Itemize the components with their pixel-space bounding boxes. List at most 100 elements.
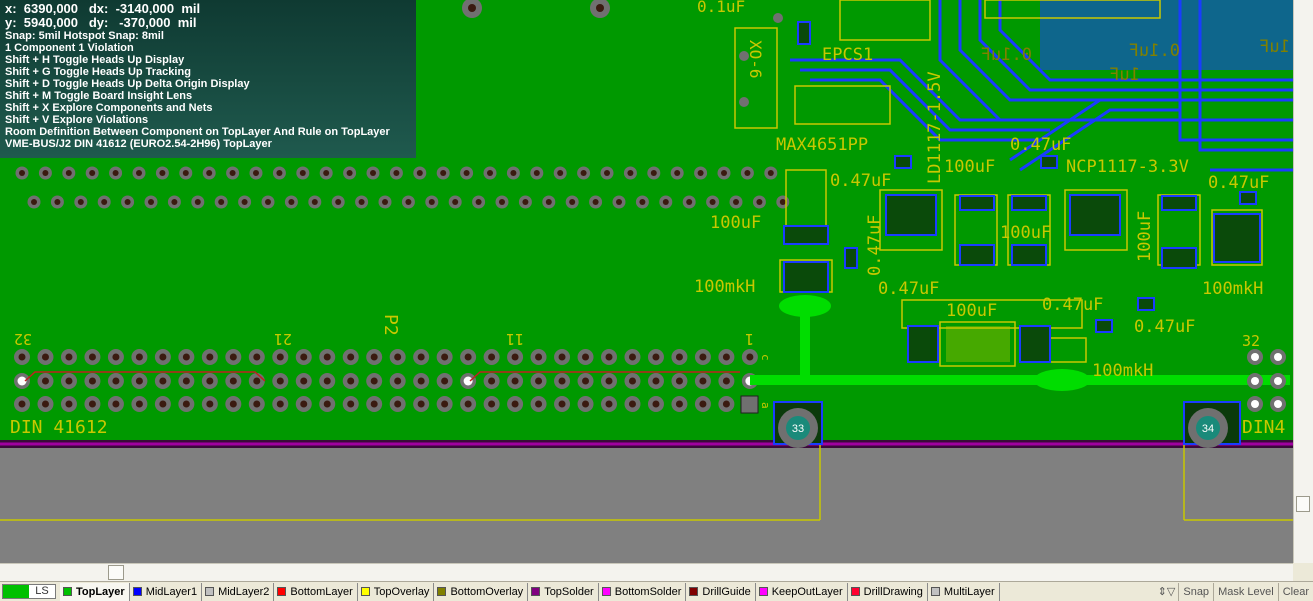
label-pin1: 1 xyxy=(745,330,754,348)
label-pin11: 11 xyxy=(506,330,524,348)
label-epcs1: EPCS1 xyxy=(822,45,873,65)
layer-color-swatch xyxy=(360,587,370,596)
label-cap-100-b: 100uF xyxy=(710,213,761,233)
layer-tab-midlayer1[interactable]: MidLayer1 xyxy=(130,582,203,601)
label-cap-100-e: 100uF xyxy=(1135,211,1155,262)
layer-tab-bottomoverlay[interactable]: BottomOverlay xyxy=(434,582,529,601)
label-bottom-a: 0.1uF xyxy=(981,45,1032,65)
label-cap-100-d: 100uF xyxy=(946,301,997,321)
layer-tab-bottomsolder[interactable]: BottomSolder xyxy=(599,582,687,601)
label-p2: P2 xyxy=(380,314,401,336)
hud-line: Shift + G Toggle Heads Up Tracking xyxy=(5,66,191,78)
layer-tab-midlayer2[interactable]: MidLayer2 xyxy=(202,582,275,601)
snap-button[interactable]: Snap xyxy=(1178,582,1213,601)
label-ind-a: 100mkH xyxy=(694,277,755,297)
layer-set-label: LS xyxy=(35,585,49,597)
layer-color-swatch xyxy=(63,587,72,596)
label-pin32: 32 xyxy=(14,330,32,348)
layer-color-swatch xyxy=(930,587,940,596)
vertical-scroll-thumb[interactable] xyxy=(1296,496,1310,512)
label-cap-100-c: 100uF xyxy=(1000,223,1051,243)
vertical-scrollbar[interactable] xyxy=(1293,0,1313,563)
pcb-canvas[interactable]: 33 34 P2 DIN 41612 DIN4 32 21 11 1 32 c … xyxy=(0,0,1293,563)
label-bottom-d: 1uF xyxy=(1259,37,1290,57)
current-layer-swatch xyxy=(3,585,29,598)
label-row-c: c xyxy=(759,354,772,361)
label-cap-047-e: 0.47uF xyxy=(1042,295,1103,315)
mounting-pad-33[interactable]: 33 xyxy=(773,401,823,448)
layer-color-swatch xyxy=(531,587,541,596)
label-ld1117: LD1117-1.5V xyxy=(925,71,945,184)
hud-line: Room Definition Between Component on Top… xyxy=(5,126,390,138)
label-ind-b: 100mkH xyxy=(1202,279,1263,299)
hud-line: 1 Component 1 Violation xyxy=(5,42,134,54)
layer-color-swatch xyxy=(132,587,142,596)
layer-tab-label: BottomSolder xyxy=(614,585,682,598)
filter-icon[interactable]: ⇕▽ xyxy=(1155,585,1179,598)
layer-tabs: TopLayer MidLayer1 MidLayer2 BottomLayer Top… xyxy=(60,582,1000,601)
layer-tab-label: BottomOverlay xyxy=(450,585,524,598)
layer-tab-label: DrillGuide xyxy=(702,585,751,598)
layer-tab-drillguide[interactable]: DrillGuide xyxy=(686,582,756,601)
label-cap-047-a: 0.47uF xyxy=(1010,135,1071,155)
label-din4: DIN4 xyxy=(1242,417,1285,438)
layer-color-swatch xyxy=(205,587,215,596)
layer-tab-topsolder[interactable]: TopSolder xyxy=(528,582,599,601)
mounting-pad-34[interactable]: 34 xyxy=(1183,401,1241,448)
layer-color-swatch xyxy=(758,587,768,596)
label-pin21: 21 xyxy=(274,330,292,348)
horizontal-scroll-thumb[interactable] xyxy=(108,565,124,580)
layer-tab-topoverlay[interactable]: TopOverlay xyxy=(358,582,435,601)
layer-tab-keepoutlayer[interactable]: KeepOutLayer xyxy=(756,582,848,601)
layer-tab-label: KeepOutLayer xyxy=(771,585,843,598)
tantalum-cap-body xyxy=(946,326,1010,362)
hud-line: Shift + H Toggle Heads Up Display xyxy=(5,54,185,66)
label-cap-047-c: 0.47uF xyxy=(1208,173,1269,193)
layer-tab-label: TopLayer xyxy=(76,585,125,598)
layer-color-swatch xyxy=(277,587,287,596)
pad-33-label: 33 xyxy=(792,423,804,435)
hud-coord-x: x: 6390,000 dx: -3140,000 mil xyxy=(5,1,201,16)
mask-level-button[interactable]: Mask Level xyxy=(1213,582,1278,601)
clear-button[interactable]: Clear xyxy=(1277,582,1313,601)
label-bottom-c: 0.1uF xyxy=(1129,41,1180,61)
label-row-a: a xyxy=(759,402,772,409)
layer-tab-label: DrillDrawing xyxy=(863,585,923,598)
label-cap-047-f: 0.47uF xyxy=(1134,317,1195,337)
layer-color-swatch xyxy=(850,587,860,596)
layer-tab-toplayer[interactable]: TopLayer xyxy=(60,582,130,601)
label-max4651: MAX4651PP xyxy=(776,135,868,155)
layer-tab-label: MidLayer1 xyxy=(145,585,198,598)
label-xo: XO-6 xyxy=(746,40,765,79)
layer-tab-bar: LS TopLayer MidLayer1 MidLayer2 BottomLayer… xyxy=(0,581,1313,601)
hud-line: Shift + X Explore Components and Nets xyxy=(5,102,213,114)
label-cap-047-d: 0.47uF xyxy=(878,279,939,299)
layer-tab-label: BottomLayer xyxy=(290,585,353,598)
label-ncp1117: NCP1117-3.3V xyxy=(1066,157,1189,177)
scrollbar-corner xyxy=(1293,563,1313,581)
label-cap-047-g: 0.47uF xyxy=(865,215,885,276)
horizontal-scrollbar[interactable] xyxy=(0,563,1293,581)
layer-tab-label: TopSolder xyxy=(544,585,594,598)
layer-tab-multilayer[interactable]: MultiLayer xyxy=(928,582,1000,601)
layer-color-swatch xyxy=(437,587,447,596)
label-cap-01uf: 0.1uF xyxy=(697,0,745,16)
layer-tab-bottomlayer[interactable]: BottomLayer xyxy=(274,582,358,601)
layer-set-button[interactable]: LS xyxy=(2,584,56,599)
pin1-square-pad xyxy=(740,395,759,414)
hud-coord-y: y: 5940,000 dy: -370,000 mil xyxy=(5,15,197,30)
heads-up-display: x: 6390,000 dx: -3140,000 mil y: 5940,00… xyxy=(0,0,416,158)
hud-line: Shift + M Toggle Board Insight Lens xyxy=(5,90,193,102)
label-cap-100-a: 100uF xyxy=(944,157,995,177)
label-ind-c: 100mkH xyxy=(1092,361,1153,381)
layer-tab-label: MidLayer2 xyxy=(218,585,270,598)
label-din41612: DIN 41612 xyxy=(10,417,108,438)
status-tools: ⇕▽ Snap Mask Level Clear xyxy=(1155,582,1313,601)
label-cap-047-b: 0.47uF xyxy=(830,171,891,191)
hud-lines: Snap: 5mil Hotspot Snap: 8mil 1 Component… xyxy=(5,30,411,150)
layer-tab-drilldrawing[interactable]: DrillDrawing xyxy=(848,582,928,601)
label-bottom-b: 1uF xyxy=(1109,65,1140,85)
layer-color-swatch xyxy=(601,587,611,596)
hud-line: VME-BUS/J2 DIN 41612 (EURO2.54-2H96) Top… xyxy=(5,138,272,150)
hud-line: Snap: 5mil Hotspot Snap: 8mil xyxy=(5,30,164,42)
